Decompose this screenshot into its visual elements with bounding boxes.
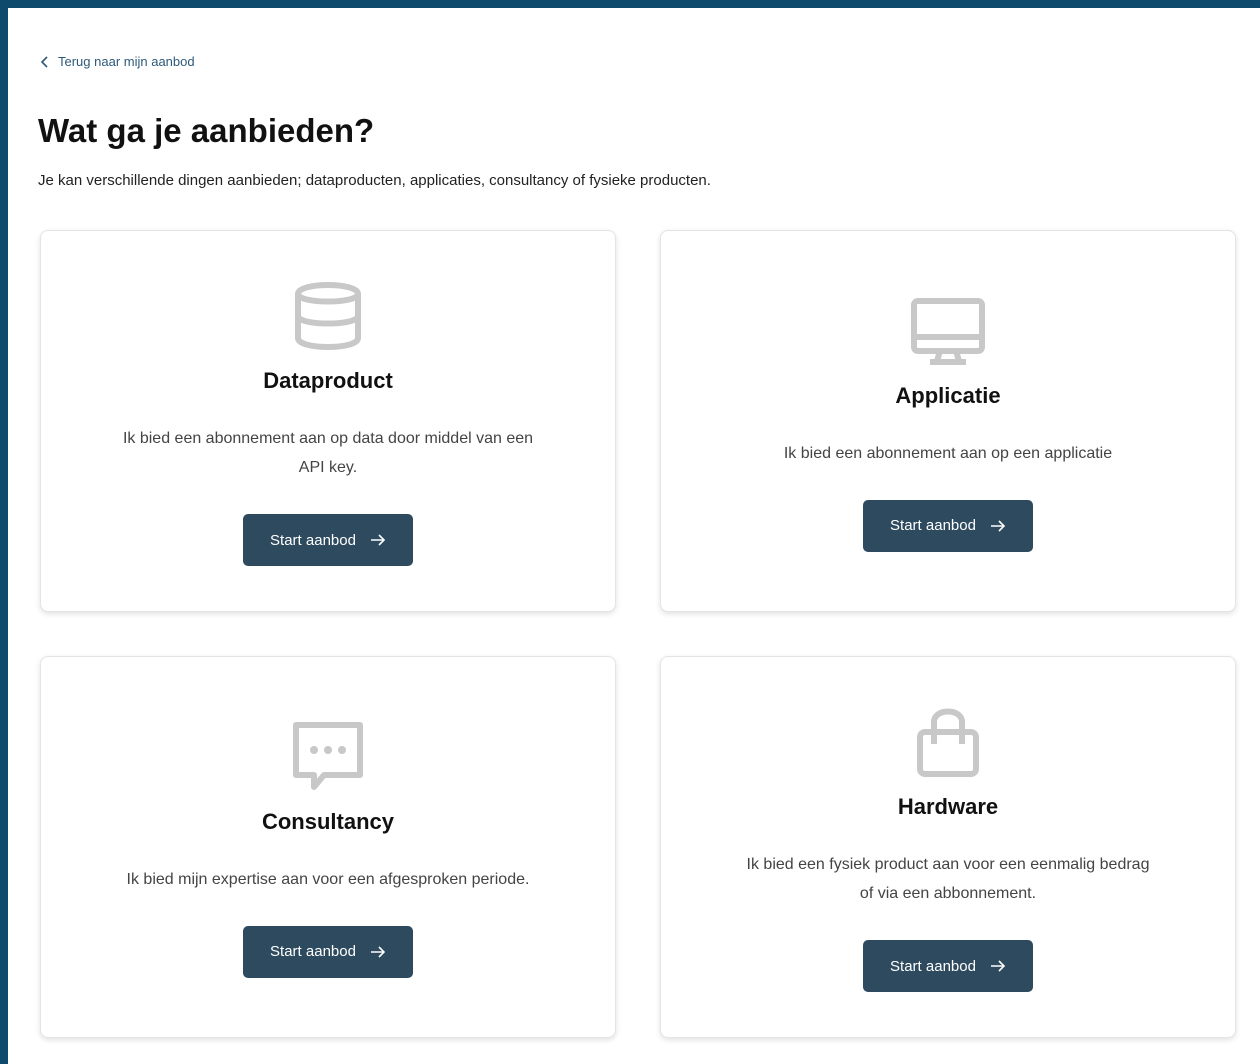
card-title: Dataproduct <box>263 368 393 393</box>
start-offer-label: Start aanbod <box>890 957 976 975</box>
card-description: Ik bied een abonnement aan op een applic… <box>783 444 1113 462</box>
arrow-right-icon <box>990 960 1006 972</box>
arrow-right-icon <box>990 519 1006 532</box>
arrow-right-icon <box>370 945 386 958</box>
card-title: Applicatie <box>895 382 1001 408</box>
start-offer-label: Start aanbod <box>270 943 356 960</box>
card-description: Ik bied mijn expertise aan voor een afge… <box>126 870 530 888</box>
back-link[interactable]: Terug naar mijn aanbod <box>40 54 195 69</box>
offer-card-applicatie: Applicatie Ik bied een abonnement aan op… <box>660 230 1236 612</box>
monitor-icon <box>908 291 988 371</box>
back-link-label: Terug naar mijn aanbod <box>58 54 195 69</box>
card-description: Ik bied een fysiek product aan voor een … <box>746 856 1150 902</box>
start-offer-button[interactable]: Start aanbod <box>863 499 1033 552</box>
start-offer-button[interactable]: Start aanbod <box>243 925 413 978</box>
card-description: Ik bied een abonnement aan op data door … <box>122 430 534 476</box>
arrow-right-icon <box>370 534 386 546</box>
page-subtitle: Je kan verschillende dingen aanbieden; d… <box>38 172 711 189</box>
offer-card-consultancy: Consultancy Ik bied mijn expertise aan v… <box>40 656 616 1038</box>
start-offer-button[interactable]: Start aanbod <box>863 940 1033 992</box>
start-offer-label: Start aanbod <box>890 517 976 534</box>
database-icon <box>288 276 368 356</box>
card-title: Consultancy <box>261 808 395 834</box>
card-title: Hardware <box>897 794 999 819</box>
start-offer-label: Start aanbod <box>270 531 356 549</box>
page-content: Terug naar mijn aanbod Wat ga je aanbied… <box>8 8 1260 1064</box>
offer-card-dataproduct: Dataproduct Ik bied een abonnement aan o… <box>40 230 616 612</box>
page-title: Wat ga je aanbieden? <box>38 112 375 149</box>
chat-bubble-icon <box>288 717 368 797</box>
offer-card-hardware: Hardware Ik bied een fysiek product aan … <box>660 656 1236 1038</box>
shopping-bag-icon <box>908 702 988 782</box>
start-offer-button[interactable]: Start aanbod <box>243 514 413 566</box>
chevron-left-icon <box>40 55 48 68</box>
